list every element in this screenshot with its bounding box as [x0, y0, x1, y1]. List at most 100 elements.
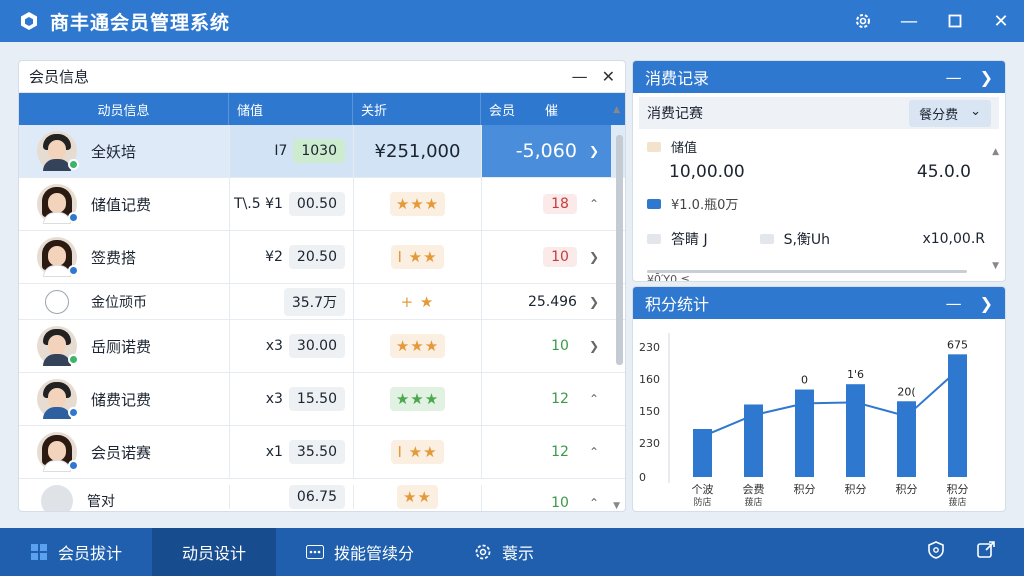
chevron-right-icon[interactable]: ❯ [589, 339, 599, 353]
table-header: 动员信息 储值 关折 会员 催 [19, 93, 625, 125]
app-title: 商丰通会员管理系统 [50, 11, 231, 34]
minimize-icon[interactable]: — [572, 67, 588, 86]
member-name: 金位顽币 [91, 294, 147, 311]
chevron-down-icon: ⌄ [970, 103, 981, 119]
avatar [37, 184, 79, 224]
member-name: 会员诺赛 [91, 443, 152, 462]
nav-item-member-stats[interactable]: 会员拔计 [0, 528, 152, 576]
scroll-up-icon[interactable]: ▲ [992, 147, 999, 157]
chevron-right-icon[interactable]: ❯ [589, 295, 599, 309]
data-label: 1'6 [847, 368, 864, 381]
x-tick-label: 个波 [692, 483, 714, 496]
avatar [37, 237, 79, 277]
nav-item-display[interactable]: 蓑示 [444, 528, 564, 576]
maximize-icon[interactable] [932, 0, 978, 42]
minimize-icon[interactable]: — [946, 294, 962, 313]
chevron-up-icon[interactable]: ⌃ [589, 392, 599, 406]
y-tick-label: 230 [639, 437, 660, 450]
minimize-icon[interactable]: — [946, 68, 962, 87]
value-right: 45.0.0 [916, 162, 971, 182]
table-row[interactable]: 储费记费 x3 15.50 ★★★ 12 ⌃ [19, 373, 625, 426]
legend-row: ¥1.0.瓶0万 [647, 194, 991, 213]
scrollbar-thumb[interactable] [616, 135, 623, 365]
row-prefix: x3 [265, 338, 283, 354]
table-row[interactable]: 管对 06.75 ★★ 10 ⌃ [19, 479, 625, 511]
chevron-up-icon[interactable]: ⌃ [589, 197, 599, 211]
legend-label: 储值 [671, 141, 698, 156]
close-icon[interactable]: ✕ [978, 0, 1024, 42]
grid-icon [30, 543, 48, 561]
scroll-down-icon[interactable]: ▼ [613, 501, 620, 511]
rating-stars: I ★★ [391, 440, 444, 464]
column-header[interactable]: 动员信息 [19, 93, 229, 125]
table-row[interactable]: 签费搭 ¥2 20.50 I ★★ 10 ❯ [19, 231, 625, 284]
chevron-right-icon[interactable]: ❯ [589, 250, 599, 264]
member-name: 签费搭 [91, 248, 137, 267]
x-tick-sublabel: 菝店 [744, 496, 762, 508]
bar [897, 401, 916, 477]
category-dropdown[interactable]: 餐分费 ⌄ [909, 99, 991, 127]
close-icon[interactable]: ✕ [602, 67, 615, 86]
column-header[interactable]: 关折 [353, 93, 481, 125]
member-panel-header: 会员信息 — ✕ [19, 61, 625, 93]
table-row[interactable]: 岳厕诺费 x3 30.00 ★★★ 10 ❯ [19, 320, 625, 373]
app-logo-icon [18, 10, 40, 32]
rating-stars: + ★ [400, 292, 435, 311]
count-badge: 10 [551, 338, 569, 354]
column-header-label: 会员 [489, 103, 516, 119]
chevron-right-icon[interactable]: ❯ [980, 68, 993, 87]
scroll-down-icon[interactable]: ▼ [992, 261, 999, 271]
data-label: 0 [801, 374, 808, 387]
legend-swatch [647, 198, 661, 209]
count-badge: 18 [543, 194, 577, 214]
member-info-panel: 会员信息 — ✕ 动员信息 储值 关折 会员 催 全妖培 I7 1030 ¥251,… [18, 60, 626, 512]
legend-label: ¥1.0.瓶0万 [671, 198, 739, 213]
x-tick-label: 积分 [845, 483, 867, 496]
export-icon[interactable] [976, 540, 996, 565]
chevron-up-icon[interactable]: ⌃ [589, 445, 599, 459]
table-row[interactable]: 金位顽币 35.7万 + ★ 25.496 ❯ [19, 284, 625, 320]
rating-stars: I ★★ [391, 245, 444, 269]
horizontal-scrollbar[interactable] [647, 270, 967, 273]
item-label: 答睛 J [671, 232, 708, 248]
nav-item-design[interactable]: 动员设计 [152, 528, 277, 576]
bar [846, 384, 865, 477]
settings-icon[interactable] [840, 0, 886, 42]
rating-stars: ★★★ [389, 334, 446, 358]
points-statistics-panel: 积分统计 — ❯ 230 160 150 230 0 个波 防店 会费 菝店 积分 0 积分 1'6 积分 2… [632, 286, 1006, 512]
chevron-right-icon[interactable]: ❯ [980, 294, 993, 313]
column-header[interactable]: 储值 [229, 93, 353, 125]
balance-value: 15.50 [288, 387, 345, 411]
bottom-navigation: 会员拔计 动员设计 拨能管续分 蓑示 [0, 528, 1024, 576]
scroll-up-icon[interactable]: ▲ [613, 105, 620, 115]
item-swatch [759, 234, 774, 244]
count-badge: 12 [551, 391, 569, 407]
count-badge: 10 [543, 247, 577, 267]
table-row[interactable]: 储值记费 T\.5 ¥1 00.50 ★★★ 18 ⌃ [19, 178, 625, 231]
member-name: 储费记费 [91, 390, 152, 409]
table-row[interactable]: 全妖培 I7 1030 ¥251,000 -5,060 ❯ [19, 125, 625, 178]
points-bar-chart: 2301601502300个波防店会费菝店积分0积分1'6积分20(积分菝店67… [639, 333, 969, 508]
nav-label: 拨能管续分 [334, 544, 415, 563]
rating-stars: ★★★ [389, 192, 446, 216]
minimize-icon[interactable]: — [886, 0, 932, 42]
y-tick-label: 0 [639, 471, 646, 484]
count-badge: 10 [551, 495, 569, 511]
chevron-right-icon[interactable]: ❯ [589, 144, 599, 158]
count-badge: 12 [551, 444, 569, 460]
discount-value: ¥251,000 [374, 140, 461, 162]
item-label: S,衡Uh [783, 232, 831, 248]
x-tick-label: 会费 [743, 483, 765, 496]
item-value: x10,00.R [922, 231, 985, 247]
nav-item-points[interactable]: 拨能管续分 [276, 528, 444, 576]
row-prefix: x3 [265, 391, 283, 407]
column-header[interactable]: 会员 催 [481, 93, 611, 125]
balance-value: 35.7万 [283, 287, 345, 316]
table-row[interactable]: 会员诺赛 x1 35.50 I ★★ 12 ⌃ [19, 426, 625, 479]
shield-settings-icon[interactable] [926, 540, 946, 565]
dropdown-value: 餐分费 [919, 107, 959, 123]
column-header-label: 催 [545, 103, 559, 119]
chevron-up-icon[interactable]: ⌃ [589, 496, 599, 510]
item-row: 答睛 J S,衡Uh x10,00.R [647, 229, 991, 249]
vertical-scrollbar[interactable] [616, 127, 623, 507]
